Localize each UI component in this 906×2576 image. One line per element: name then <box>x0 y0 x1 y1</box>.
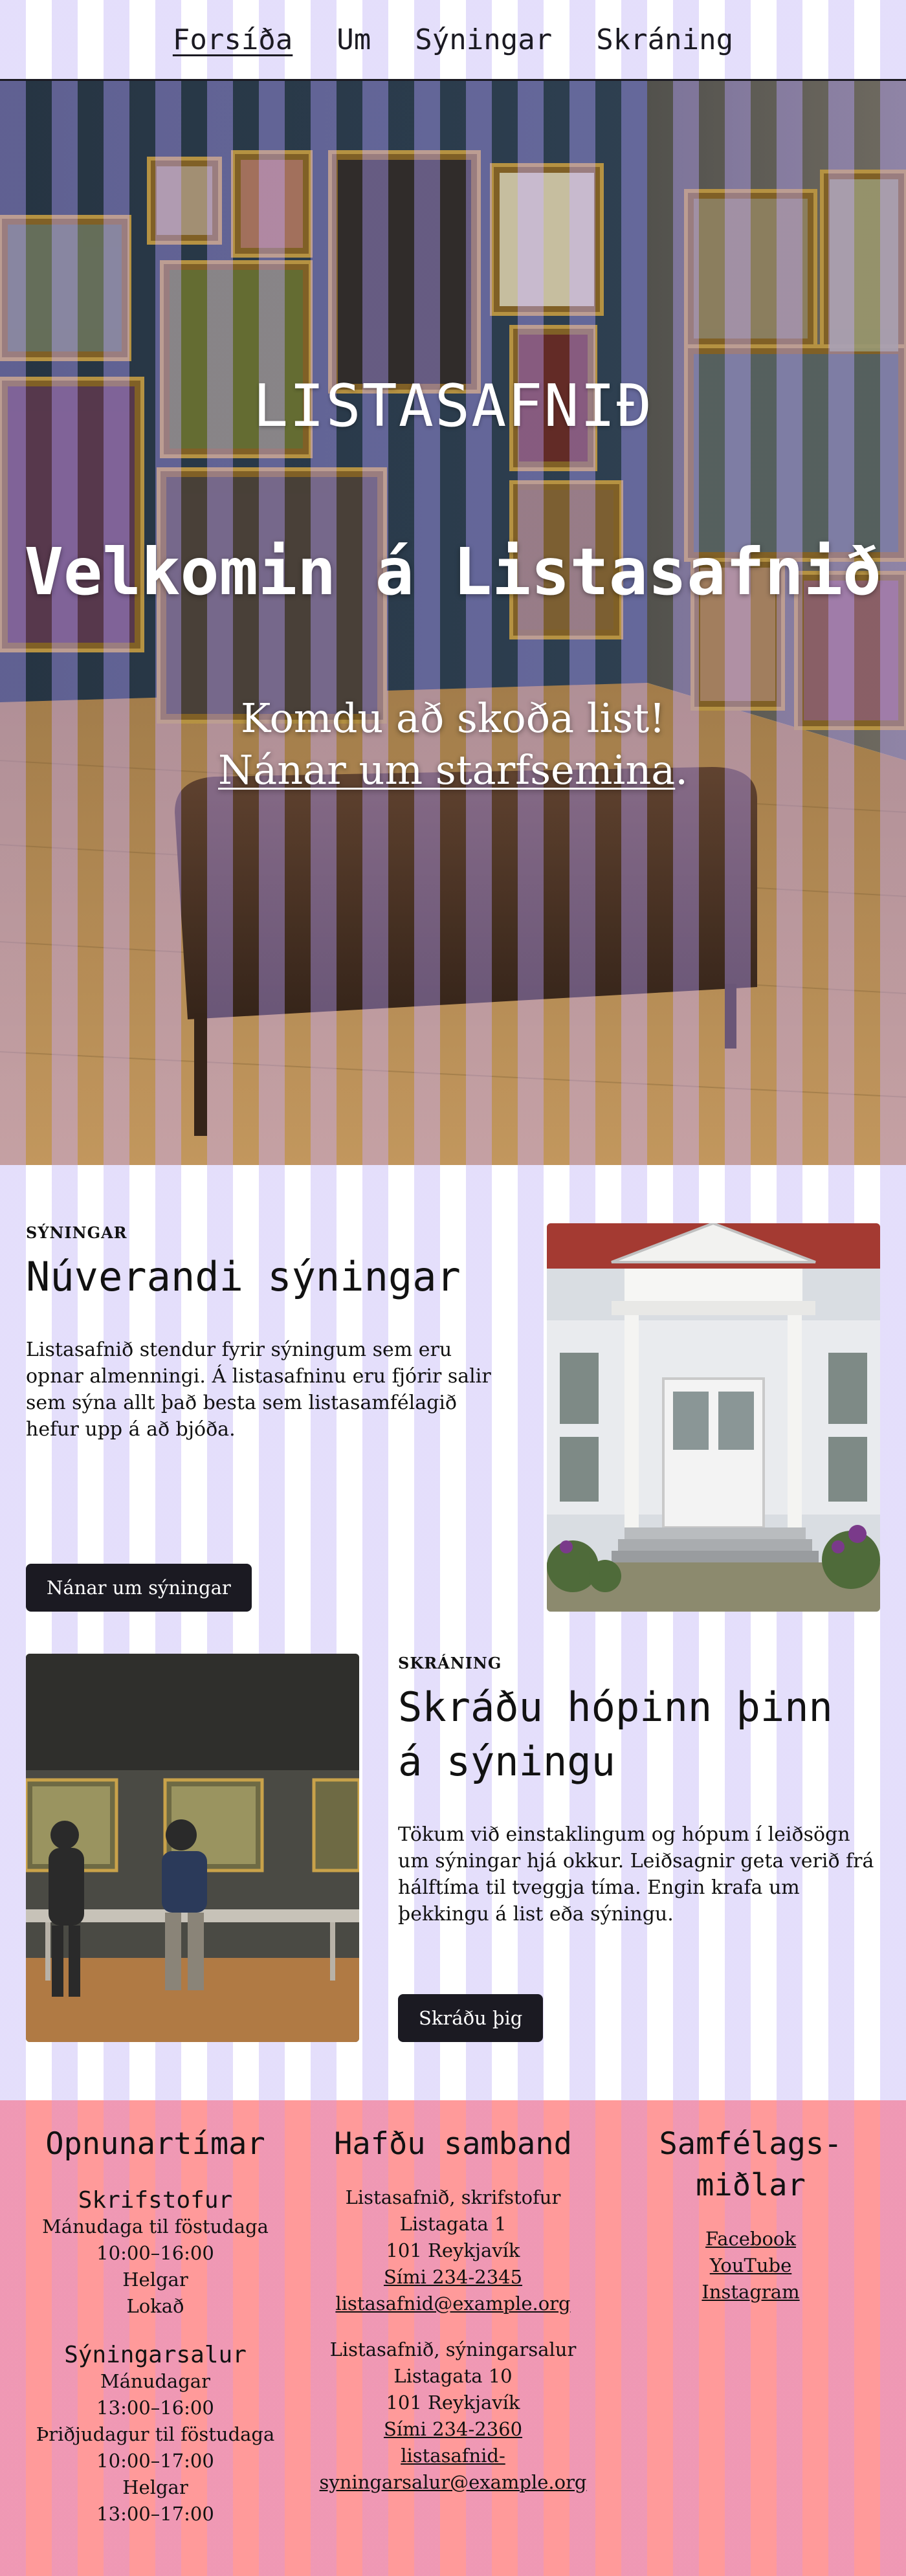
exhibitions-text: Listasafnið stendur fyrir sýningum sem e… <box>26 1338 491 1441</box>
social-title-line: miðlar <box>696 2168 806 2203</box>
social-links: Facebook YouTube Instagram <box>595 2226 906 2305</box>
nav-link-about[interactable]: Um <box>337 23 371 56</box>
office-name: Listasafnið, skrifstofur <box>345 2186 561 2208</box>
social-title-line: Samfélags- <box>659 2126 843 2162</box>
office-hours-line: Mánudaga til föstudaga <box>42 2215 269 2237</box>
nav-link-home[interactable]: Forsíða <box>173 23 293 56</box>
gallery-hours-line: Þriðjudagur til föstudaga <box>36 2423 275 2445</box>
hero-title: Velkomin á Listasafnið <box>24 534 882 610</box>
social-title: Samfélags- miðlar <box>595 2124 906 2206</box>
gallery-name: Listasafnið, sýningarsalur <box>329 2338 577 2360</box>
gallery-email-part: syningarsalur@example.org <box>319 2471 587 2493</box>
exhibitions-more-button[interactable]: Nánar um sýningar <box>26 1564 252 1612</box>
gallery-visitors-illustration <box>26 1654 359 2042</box>
gallery-hours-title: Sýningarsalur <box>64 2342 247 2368</box>
youtube-link[interactable]: YouTube <box>595 2252 906 2279</box>
hero-tagline: Komdu að skoða list! <box>240 694 666 742</box>
office-hours-line: Lokað <box>126 2295 184 2317</box>
registration-section: SKRÁNING Skráðu hópinn þinn á sýningu Tö… <box>26 1654 880 2042</box>
contact-title: Hafðu samband <box>334 2126 572 2162</box>
gallery-phone-link[interactable]: Sími 234-2360 <box>311 2416 595 2443</box>
office-phone-link[interactable]: Sími 234-2345 <box>311 2264 595 2291</box>
main-content: SÝNINGAR Núverandi sýningar Listasafnið … <box>0 1165 906 2100</box>
office-email-link[interactable]: listasafnid@example.org <box>311 2291 595 2317</box>
nav-link-exhibitions[interactable]: Sýningar <box>415 23 552 56</box>
gallery-email-link[interactable]: listasafnid-syningarsalur@example.org <box>311 2443 595 2496</box>
registration-eyebrow: SKRÁNING <box>398 1654 502 1672</box>
museum-entrance-illustration <box>547 1223 880 1612</box>
exhibitions-eyebrow: SÝNINGAR <box>26 1223 127 1242</box>
footer-hours: Opnunartímar Skrifstofur Mánudaga til fö… <box>0 2124 311 2576</box>
office-hours-line: 10:00–16:00 <box>96 2242 214 2264</box>
footer-contact: Hafðu samband Listasafnið, skrifstofur L… <box>311 2124 595 2576</box>
main-nav: Forsíða Um Sýningar Skráning <box>0 0 906 81</box>
gallery-hours-line: 13:00–16:00 <box>96 2397 214 2419</box>
gallery-address: Listasafnið, sýningarsalur Listagata 10 … <box>311 2337 595 2496</box>
hero-stripe-overlay <box>0 81 906 1165</box>
office-city: 101 Reykjavík <box>386 2239 520 2261</box>
hours-title: Opnunartímar <box>45 2126 265 2162</box>
registration-text: Tökum við einstaklingum og hópum í leiðs… <box>398 1823 874 1926</box>
office-hours-line: Helgar <box>122 2269 188 2291</box>
footer: Opnunartímar Skrifstofur Mánudaga til fö… <box>0 2100 906 2576</box>
hero-subtitle: Komdu að skoða list! Nánar um starfsemin… <box>0 693 906 796</box>
museum-entrance-image <box>547 1223 880 1612</box>
instagram-link[interactable]: Instagram <box>595 2279 906 2305</box>
office-address: Listasafnið, skrifstofur Listagata 1 101… <box>311 2184 595 2317</box>
nav-link-registration[interactable]: Skráning <box>596 23 733 56</box>
gallery-hours-line: Mánudagar <box>100 2370 210 2392</box>
gallery-hours-line: 10:00–17:00 <box>96 2450 214 2472</box>
gallery-hours-line: Helgar <box>122 2476 188 2498</box>
hero-link-line: Nánar um starfsemina. <box>0 744 906 796</box>
exhibitions-section: SÝNINGAR Núverandi sýningar Listasafnið … <box>26 1223 880 1612</box>
office-hours-title: Skrifstofur <box>78 2187 233 2214</box>
hero-kicker: LISTASAFNIÐ <box>252 372 654 440</box>
registration-title: Skráðu hópinn þinn á sýningu <box>398 1683 833 1785</box>
gallery-visitors-image <box>26 1654 359 2042</box>
hero-link-suffix: . <box>675 746 688 794</box>
office-street: Listagata 1 <box>399 2213 507 2235</box>
exhibitions-title: Núverandi sýningar <box>26 1253 461 1300</box>
gallery-city: 101 Reykjavík <box>386 2392 520 2414</box>
hero: LISTASAFNIÐ Velkomin á Listasafnið Komdu… <box>0 81 906 1165</box>
gallery-hours-line: 13:00–17:00 <box>96 2503 214 2525</box>
hero-about-link[interactable]: Nánar um starfsemina <box>218 746 675 794</box>
facebook-link[interactable]: Facebook <box>595 2226 906 2252</box>
footer-social: Samfélags- miðlar Facebook YouTube Insta… <box>595 2124 906 2576</box>
register-button[interactable]: Skráðu þig <box>398 1994 544 2042</box>
gallery-email-part: listasafnid- <box>401 2445 505 2467</box>
gallery-street: Listagata 10 <box>393 2365 513 2387</box>
